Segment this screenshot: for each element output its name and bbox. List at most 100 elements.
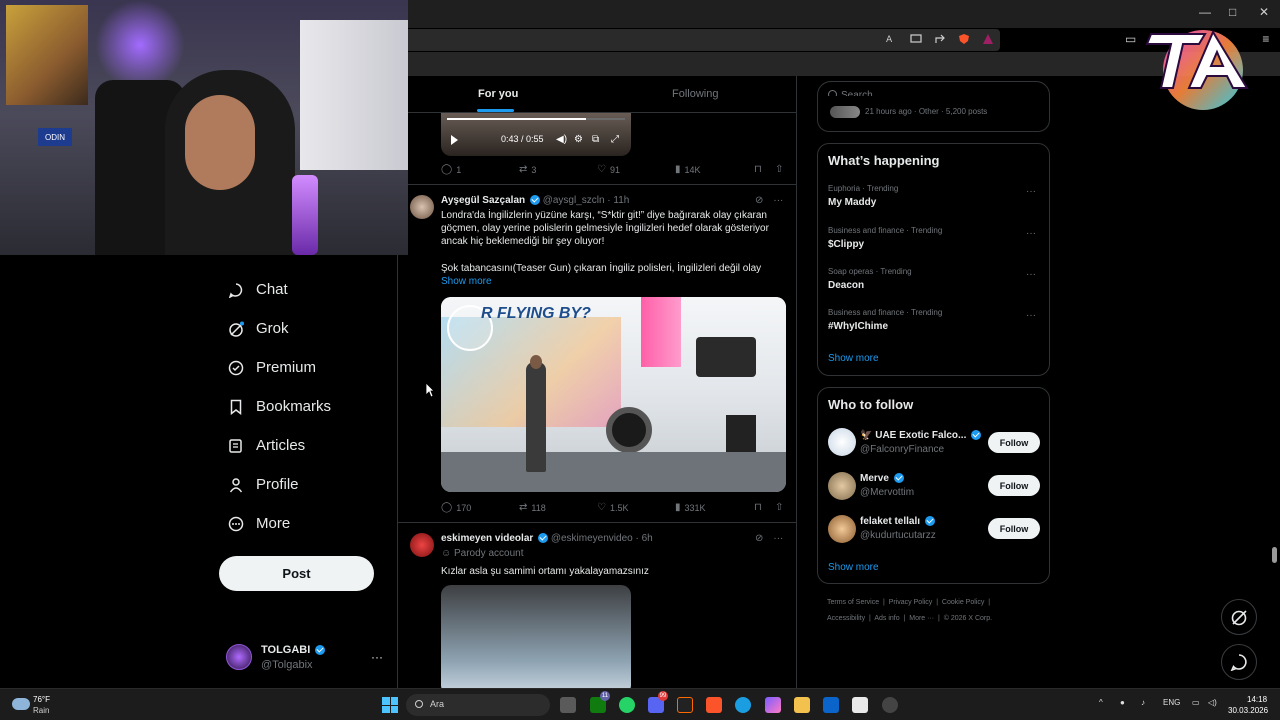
video-player[interactable]: 0:43 / 0:55 ◀) ⚙ ⧉ ⤢ — [441, 112, 631, 156]
trend-name[interactable]: #WhyIChime — [828, 321, 888, 332]
outlook-icon[interactable] — [823, 697, 839, 713]
close-window-button[interactable]: ✕ — [1259, 5, 1269, 19]
like-button[interactable]: ♡ 91 — [597, 164, 620, 175]
repost-button[interactable]: ⇄ 118 — [519, 502, 546, 513]
footer-link-privacy[interactable]: Privacy Policy — [889, 599, 933, 606]
bookmark-button[interactable]: ⊓ — [754, 502, 762, 513]
avatar[interactable] — [828, 515, 856, 543]
settings-app-icon[interactable] — [882, 697, 898, 713]
windows-start-icon[interactable] — [382, 697, 398, 713]
reply-button[interactable]: ◯ 1 — [441, 164, 461, 175]
footer-link-ads[interactable]: Ads info — [874, 615, 899, 622]
more-icon[interactable]: ··· — [773, 533, 783, 544]
grok-explain-icon[interactable]: ⊘ — [755, 195, 763, 206]
translate-icon[interactable]: A — [885, 32, 899, 46]
clock-time[interactable]: 14:18 — [1247, 695, 1267, 704]
fullscreen-icon[interactable]: ⤢ — [611, 134, 619, 145]
app-icon[interactable] — [677, 697, 693, 713]
footer-link-cookie[interactable]: Cookie Policy — [942, 599, 984, 606]
account-more-icon[interactable]: ··· — [371, 650, 383, 664]
views-button[interactable]: ▮ 14K — [675, 164, 701, 175]
show-more-link[interactable]: Show more — [828, 353, 879, 364]
trend-name[interactable]: $Clippy — [828, 239, 864, 250]
author-name[interactable]: eskimeyen videolar — [441, 533, 533, 544]
language-indicator[interactable]: ENG — [1163, 698, 1180, 707]
microphone-icon[interactable]: ♪ — [1141, 698, 1145, 707]
whatsapp-icon[interactable] — [619, 697, 635, 713]
copilot-icon[interactable] — [765, 697, 781, 713]
nav-item-more[interactable]: More — [228, 515, 290, 532]
tab-for-you[interactable]: For you — [478, 88, 518, 100]
nav-item-articles[interactable]: Articles — [228, 437, 305, 454]
author-meta[interactable]: @aysgl_szcln · 11h — [543, 195, 630, 206]
reply-button[interactable]: ◯ 170 — [441, 502, 471, 513]
views-button[interactable]: ▮ 331K — [675, 502, 706, 513]
tweet-video[interactable] — [441, 585, 631, 688]
tweet-video[interactable]: R FLYING BY? — [441, 297, 786, 492]
share-button[interactable]: ⇧ — [775, 164, 783, 175]
more-icon[interactable]: ··· — [1026, 228, 1036, 239]
author-meta[interactable]: @eskimeyenvideo · 6h — [551, 533, 653, 544]
weather-rain-icon[interactable] — [12, 698, 30, 710]
footer-link-terms[interactable]: Terms of Service — [827, 599, 879, 606]
cast-icon[interactable] — [909, 32, 923, 46]
display-icon[interactable]: ▭ — [1192, 698, 1200, 707]
trend-name[interactable]: My Maddy — [828, 197, 876, 208]
nav-item-chat[interactable]: Chat — [228, 281, 288, 298]
timeline[interactable]: For you Following 0:43 / 0:55 ◀) ⚙ ⧉ ⤢ ◯… — [397, 76, 797, 688]
weather-temp[interactable]: 76°F — [33, 695, 50, 704]
grok-explain-icon[interactable]: ⊘ — [755, 533, 763, 544]
trend-name[interactable]: Deacon — [828, 280, 864, 291]
volume-icon[interactable]: ◀) — [556, 134, 567, 145]
avatar[interactable] — [828, 472, 856, 500]
more-icon[interactable]: ··· — [1026, 269, 1036, 280]
like-button[interactable]: ♡ 1.5K — [597, 502, 628, 513]
nav-item-premium[interactable]: Premium — [228, 359, 316, 376]
tray-app-icon[interactable]: ● — [1120, 698, 1125, 707]
store-icon[interactable] — [852, 697, 868, 713]
footer-link-more[interactable]: More ··· — [909, 615, 934, 622]
video-progress-bar[interactable] — [447, 118, 625, 120]
tab-following[interactable]: Following — [672, 88, 718, 100]
clock-date[interactable]: 30.03.2026 — [1228, 706, 1268, 715]
share-icon[interactable] — [933, 32, 947, 46]
more-icon[interactable]: ··· — [1026, 186, 1036, 197]
author-name[interactable]: Ayşegül Sazçalan — [441, 195, 525, 206]
play-icon[interactable] — [451, 135, 458, 145]
messages-fab-button[interactable] — [1221, 644, 1257, 680]
show-more-link[interactable]: Show more — [441, 276, 492, 287]
tray-overflow-icon[interactable]: ^ — [1099, 698, 1103, 707]
minimize-button[interactable]: — — [1199, 5, 1211, 19]
speaker-icon[interactable]: ◁) — [1208, 698, 1217, 707]
bookmark-button[interactable]: ⊓ — [754, 164, 762, 175]
nav-item-bookmarks[interactable]: Bookmarks — [228, 398, 331, 415]
edge-icon[interactable] — [735, 697, 751, 713]
brave-rewards-icon[interactable] — [981, 32, 995, 46]
suggested-name[interactable]: Merve — [860, 473, 889, 484]
nav-item-profile[interactable]: Profile — [228, 476, 299, 493]
pip-icon[interactable]: ⧉ — [592, 134, 599, 145]
post-button[interactable]: Post — [219, 556, 374, 591]
follow-button[interactable]: Follow — [988, 518, 1040, 539]
task-view-icon[interactable] — [560, 697, 576, 713]
nav-item-grok[interactable]: Grok — [228, 320, 289, 337]
more-icon[interactable]: ··· — [773, 195, 783, 206]
suggested-name[interactable]: felaket tellalı — [860, 516, 920, 527]
scrollbar-thumb[interactable] — [1272, 547, 1277, 563]
taskbar-search[interactable]: Ara — [406, 694, 550, 716]
weather-desc[interactable]: Rain — [33, 706, 49, 715]
follow-button[interactable]: Follow — [988, 432, 1040, 453]
suggested-name[interactable]: 🦅 UAE Exotic Falco... — [860, 430, 966, 441]
brave-icon[interactable] — [706, 697, 722, 713]
file-explorer-icon[interactable] — [794, 697, 810, 713]
follow-button[interactable]: Follow — [988, 475, 1040, 496]
grok-fab-button[interactable] — [1221, 599, 1257, 635]
repost-button[interactable]: ⇄ 3 — [519, 164, 536, 175]
share-button[interactable]: ⇧ — [775, 502, 783, 513]
sidebar-icon[interactable]: ▭ — [1125, 32, 1136, 46]
maximize-button[interactable]: □ — [1229, 5, 1236, 19]
avatar[interactable] — [410, 195, 434, 219]
avatar[interactable] — [410, 533, 434, 557]
account-switcher[interactable]: TOLGABI @Tolgabix ··· — [226, 644, 386, 674]
settings-icon[interactable]: ⚙ — [574, 134, 583, 145]
